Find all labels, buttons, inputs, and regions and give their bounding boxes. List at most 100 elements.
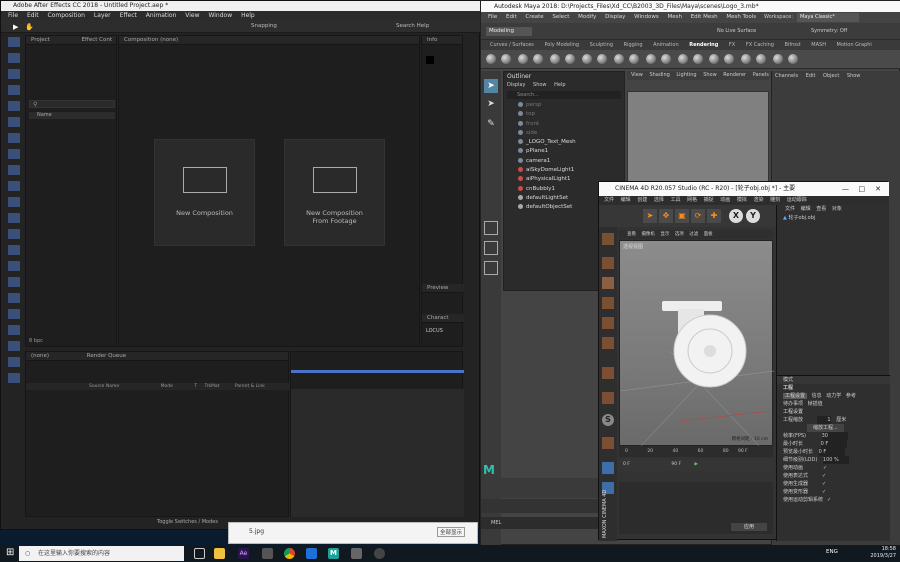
c4d-menu[interactable]: 工具 [670,197,680,203]
magnet-icon[interactable] [602,437,614,449]
shelf-tab[interactable]: FX Caching [746,42,774,48]
rotate-tool-icon[interactable]: ⟳ [691,209,705,223]
fps-field[interactable]: 30 [821,432,848,440]
ae-menu-effect[interactable]: Effect [120,12,137,19]
maya-menu-display[interactable]: Display [605,14,625,20]
search-help[interactable]: Search Help [396,23,429,29]
checkmark-icon[interactable]: ✓ [822,489,826,495]
sphere-icon[interactable] [692,54,703,64]
app-icon[interactable] [8,133,20,143]
app-icon[interactable] [8,341,20,351]
outliner-search-input[interactable]: Search... [507,91,621,99]
viewport-menu-lighting[interactable]: Lighting [676,72,696,78]
sphere-icon[interactable] [549,54,560,64]
maya-menu-edit[interactable]: Edit [506,14,517,20]
font-name[interactable]: LOCUS [426,328,443,334]
maya-menu-mesh-tools[interactable]: Mesh Tools [726,14,756,20]
attr-tab[interactable]: 帧插值 [808,401,823,407]
object-menu-item[interactable]: 编辑 [801,206,811,212]
scale-project-button[interactable]: 缩放工程... [807,424,844,432]
time-slider[interactable] [481,478,599,498]
mode-col[interactable]: Mode [161,384,173,389]
cube-icon[interactable] [602,367,614,379]
viewport-toolbar[interactable] [627,80,769,91]
sphere-icon[interactable] [645,54,656,64]
c4d-menu[interactable]: 动画 [720,197,730,203]
tab-character[interactable]: Charact [422,314,464,323]
tab-info[interactable]: Info [422,36,462,45]
shelf-tab-rendering[interactable]: Rendering [689,42,718,48]
shelf-tab[interactable]: Motion Graphi [837,42,872,48]
shelf-tab[interactable]: FX [729,42,735,48]
symmetry[interactable]: Symmetry: Off [811,28,847,34]
tab-render-queue[interactable]: Render Queue [87,353,126,359]
c4d-menu[interactable]: 雕刻 [770,197,780,203]
channel-menu-channels[interactable]: Channels [775,73,798,79]
sphere-icon[interactable] [788,54,799,64]
frame-end[interactable]: 90 F [671,462,681,467]
selection-tool-icon[interactable]: ▶ [13,23,18,31]
checkmark-icon[interactable]: ✓ [827,497,831,503]
live-surface[interactable]: No Live Surface [717,28,756,34]
use-motion-row[interactable]: 使用运动剪辑系统 ✓ [777,496,890,504]
shelf-tab[interactable]: Bifrost [785,42,801,48]
work-area-bar[interactable] [291,370,464,373]
outliner-item[interactable]: aiSkyDomeLight1 [504,166,624,175]
ae-menu-animation[interactable]: Animation [146,12,177,19]
layout-single-icon[interactable] [484,221,498,235]
attr-tab[interactable]: 参考 [846,393,856,399]
shelf-tab[interactable]: Animation [653,42,679,48]
mode-selector[interactable]: Modeling [486,27,532,36]
shelf-tab[interactable]: MASH [811,42,826,48]
timeline-tracks[interactable] [291,389,464,517]
grid-icon[interactable] [602,462,614,474]
attr-mode-header[interactable]: 模式 [777,376,890,384]
viewport-menu-show[interactable]: Show [703,72,717,78]
attr-tab[interactable]: 动力学 [826,393,841,399]
sphere-icon[interactable] [724,54,735,64]
sphere-icon[interactable] [532,54,543,64]
object-menu-item[interactable]: 对象 [832,206,842,212]
outliner-item[interactable]: camera1 [504,157,624,166]
apply-button[interactable]: 应用 [731,523,767,531]
minimize-icon[interactable]: — [839,182,853,196]
app-icon[interactable] [8,117,20,127]
c4d-menu[interactable]: 渲染 [753,197,763,203]
maya-menu-mesh[interactable]: Mesh [667,14,681,20]
sphere-icon[interactable] [564,54,575,64]
ae-menu-help[interactable]: Help [241,12,255,19]
tab-composition[interactable]: Composition (none) [124,37,178,43]
use-gen-row[interactable]: 使用生成器 ✓ [777,480,890,488]
c4d-menu[interactable]: 文件 [604,197,614,203]
maya-menu-create[interactable]: Create [525,14,543,20]
tab-effect-controls[interactable]: Effect Cont [82,37,112,43]
t-col[interactable]: T [194,384,197,389]
snap-icon[interactable]: S [602,414,614,426]
app-icon[interactable] [8,101,20,111]
c4d-menu[interactable]: 选择 [654,197,664,203]
checker-icon[interactable] [602,277,614,289]
app-icon[interactable] [8,373,20,383]
show-all-button[interactable]: 全部显示 [437,527,466,537]
app-icon[interactable] [8,309,20,319]
select-tool-icon[interactable]: ➤ [643,209,657,223]
sphere-icon[interactable] [741,54,752,64]
scale-tool-icon[interactable]: ▣ [675,209,689,223]
maya-menu-edit-mesh[interactable]: Edit Mesh [691,14,718,20]
shelf-tab[interactable]: Poly Modeling [544,42,579,48]
app-icon[interactable] [8,149,20,159]
c4d-titlebar[interactable]: CINEMA 4D R20.057 Studio (RC - R20) - [轮… [599,182,889,196]
lasso-tool-icon[interactable]: ➤ [484,99,498,113]
sphere-icon[interactable] [613,54,624,64]
c4d-viewport-menu-item[interactable]: 摄像机 [641,232,655,237]
outliner-item[interactable]: _LOGO_Text_Mesh [504,138,624,147]
app-icon[interactable] [8,165,20,175]
taskbar-search-input[interactable]: ○ 在这里输入你要搜索的内容 [19,546,184,561]
app-icon[interactable] [8,229,20,239]
maya-menu-windows[interactable]: Windows [634,14,659,20]
app-icon[interactable] [8,245,20,255]
toggle-switches-modes[interactable]: Toggle Switches / Modes [157,519,218,525]
move-tool-icon[interactable]: ✥ [659,209,673,223]
tab-preview[interactable]: Preview [422,284,464,293]
outliner-item[interactable]: pPlane1 [504,147,624,156]
